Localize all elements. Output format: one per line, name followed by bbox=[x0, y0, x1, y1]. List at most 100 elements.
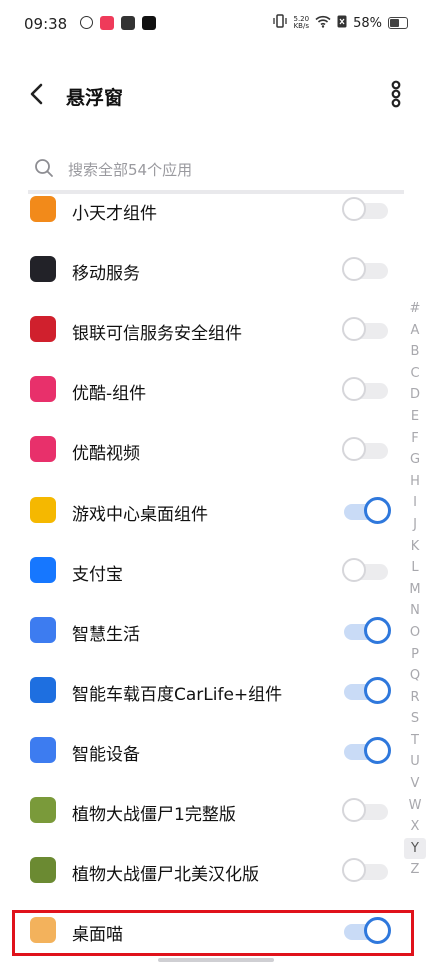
floating-window-toggle[interactable] bbox=[342, 496, 391, 527]
floating-window-toggle[interactable] bbox=[342, 436, 390, 466]
index-letter[interactable]: M bbox=[404, 579, 426, 601]
app-row[interactable]: 移动服务 bbox=[0, 242, 432, 302]
index-letter[interactable]: Q bbox=[404, 665, 426, 687]
app-label: 桌面喵 bbox=[72, 925, 123, 946]
battery-percent: 58% bbox=[353, 15, 382, 31]
mobile-services-icon bbox=[30, 256, 56, 283]
back-button[interactable] bbox=[22, 76, 52, 112]
alphabet-index[interactable]: # A B C D E F G H I J K L M N O P Q R S T U V W X Y Z bbox=[404, 298, 426, 881]
youku-icon bbox=[30, 376, 56, 403]
app-label: 智能设备 bbox=[72, 744, 140, 765]
network-speed: 5.20 KB/s bbox=[293, 15, 310, 30]
app-row[interactable]: 银联可信服务安全组件 bbox=[0, 302, 432, 362]
notification-icons bbox=[80, 16, 156, 30]
app-row[interactable]: 优酷视频 bbox=[0, 422, 432, 482]
mail-icon bbox=[121, 16, 135, 30]
index-letter[interactable]: # bbox=[404, 298, 426, 320]
zombie-icon bbox=[30, 797, 56, 823]
status-right: 5.20 KB/s 58% bbox=[272, 14, 408, 32]
tiktok-icon bbox=[142, 16, 156, 30]
floating-window-toggle[interactable] bbox=[342, 256, 390, 286]
xiaotiancai-icon bbox=[30, 196, 56, 222]
unionpay-icon bbox=[30, 316, 56, 343]
search-icon bbox=[35, 159, 53, 177]
index-letter[interactable]: D bbox=[404, 384, 426, 406]
app-row[interactable]: 支付宝 bbox=[0, 543, 432, 603]
index-letter[interactable]: L bbox=[404, 557, 426, 579]
app-notification-icon bbox=[100, 16, 114, 30]
index-letter[interactable]: O bbox=[404, 622, 426, 644]
index-letter[interactable]: U bbox=[404, 751, 426, 773]
page-title: 悬浮窗 bbox=[66, 87, 124, 109]
app-row[interactable]: 智慧生活 bbox=[0, 603, 432, 663]
floating-window-toggle[interactable] bbox=[342, 316, 390, 346]
more-vertical-icon bbox=[391, 80, 401, 108]
app-label: 植物大战僵尸1完整版 bbox=[72, 805, 236, 825]
floating-window-toggle[interactable] bbox=[342, 857, 390, 887]
smart-device-icon bbox=[30, 736, 56, 763]
app-row[interactable]: 小天才组件 bbox=[0, 184, 432, 242]
app-notification-icon bbox=[80, 16, 93, 29]
index-letter[interactable]: K bbox=[404, 536, 426, 558]
no-sim-icon bbox=[337, 15, 347, 32]
index-letter[interactable]: W bbox=[404, 795, 426, 817]
index-letter[interactable]: X bbox=[404, 816, 426, 838]
index-letter[interactable]: Z bbox=[404, 859, 426, 881]
search-placeholder: 搜索全部54个应用 bbox=[68, 161, 193, 179]
floating-window-toggle[interactable] bbox=[342, 736, 391, 767]
youku-icon bbox=[30, 436, 56, 463]
floating-window-toggle[interactable] bbox=[342, 616, 391, 647]
floating-window-toggle[interactable] bbox=[342, 376, 390, 406]
app-header: 悬浮窗 bbox=[0, 64, 432, 124]
more-options-button[interactable] bbox=[384, 76, 408, 112]
index-letter[interactable]: T bbox=[404, 730, 426, 752]
chevron-left-icon bbox=[30, 83, 43, 105]
zombie-icon bbox=[30, 857, 56, 884]
app-row[interactable]: 智能设备 bbox=[0, 723, 432, 783]
index-letter[interactable]: V bbox=[404, 773, 426, 795]
index-letter[interactable]: C bbox=[404, 363, 426, 385]
app-label: 优酷视频 bbox=[72, 444, 140, 465]
app-row[interactable]: 智能车载百度CarLife+组件 bbox=[0, 663, 432, 723]
floating-window-toggle[interactable] bbox=[342, 557, 390, 587]
app-row[interactable]: 优酷-组件 bbox=[0, 362, 432, 422]
carlife-icon bbox=[30, 676, 56, 703]
app-row[interactable]: 植物大战僵尸北美汉化版 bbox=[0, 843, 432, 903]
index-letter[interactable]: B bbox=[404, 341, 426, 363]
app-label: 小天才组件 bbox=[72, 204, 157, 224]
index-letter[interactable]: Y bbox=[404, 837, 426, 860]
desktop-cat-icon bbox=[30, 917, 56, 944]
alipay-icon bbox=[30, 556, 56, 583]
index-letter[interactable]: I bbox=[404, 492, 426, 514]
status-time: 09:38 bbox=[24, 15, 68, 33]
home-indicator[interactable] bbox=[158, 958, 274, 962]
status-bar: 09:38 5.20 KB/s 58% bbox=[0, 0, 432, 52]
app-row[interactable]: 植物大战僵尸1完整版 bbox=[0, 783, 432, 843]
vibrate-icon bbox=[272, 14, 288, 32]
app-row[interactable]: 游戏中心桌面组件 bbox=[0, 483, 432, 543]
floating-window-toggle[interactable] bbox=[342, 797, 390, 827]
floating-window-toggle[interactable] bbox=[342, 196, 390, 226]
index-letter[interactable]: R bbox=[404, 687, 426, 709]
app-label: 移动服务 bbox=[72, 264, 140, 285]
app-label: 游戏中心桌面组件 bbox=[72, 504, 208, 525]
app-label: 银联可信服务安全组件 bbox=[72, 324, 242, 345]
index-letter[interactable]: G bbox=[404, 449, 426, 471]
floating-window-toggle[interactable] bbox=[342, 917, 391, 947]
app-row[interactable]: 桌面喵 bbox=[0, 903, 432, 952]
app-label: 优酷-组件 bbox=[72, 384, 147, 405]
app-label: 支付宝 bbox=[72, 564, 123, 585]
index-letter[interactable]: N bbox=[404, 600, 426, 622]
index-letter[interactable]: E bbox=[404, 406, 426, 428]
index-letter[interactable]: S bbox=[404, 708, 426, 730]
index-letter[interactable]: A bbox=[404, 320, 426, 342]
index-letter[interactable]: F bbox=[404, 428, 426, 450]
index-letter[interactable]: H bbox=[404, 471, 426, 493]
index-letter[interactable]: J bbox=[404, 514, 426, 536]
wifi-icon bbox=[315, 15, 331, 32]
floating-window-toggle[interactable] bbox=[342, 676, 391, 707]
app-label: 智能车载百度CarLife+组件 bbox=[72, 684, 283, 705]
app-list: 小天才组件移动服务银联可信服务安全组件 优酷-组件优酷视频游戏中心桌面组件 支付宝智… bbox=[0, 184, 432, 952]
smart-life-icon bbox=[30, 616, 56, 643]
index-letter[interactable]: P bbox=[404, 644, 426, 666]
